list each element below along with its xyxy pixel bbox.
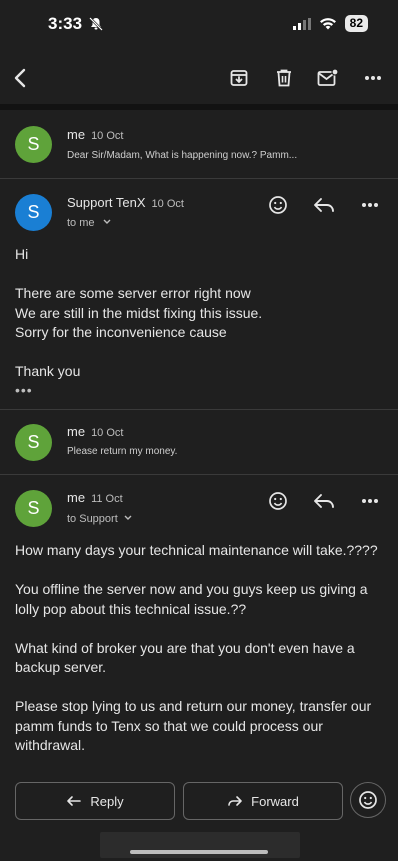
recipient-label: to me <box>67 217 95 229</box>
message-expanded: S me 11 Oct to Support How many days you… <box>0 475 398 775</box>
show-trimmed-content-button[interactable]: ••• <box>15 382 33 398</box>
status-bar: 3:33 82 <box>0 0 398 50</box>
body-line: Sorry for the inconvenience cause <box>15 324 227 340</box>
message-snippet: Dear Sir/Madam, What is happening now.? … <box>67 150 298 161</box>
message-collapsed[interactable]: S me 10 Oct Dear Sir/Madam, What is happe… <box>0 110 398 178</box>
body-paragraph: What kind of broker you are that you don… <box>15 639 355 676</box>
message-date: 11 Oct <box>91 493 123 505</box>
body-line <box>15 343 380 363</box>
bell-muted-icon <box>89 17 103 31</box>
more-icon <box>362 203 378 207</box>
toolbar <box>0 50 398 106</box>
react-button[interactable] <box>266 489 290 513</box>
sender-name: me <box>67 127 86 142</box>
body-line <box>15 619 380 639</box>
recipient-dropdown[interactable]: to me <box>67 217 112 229</box>
message-body: Hi There are some server error right now… <box>15 245 380 382</box>
message-actions <box>266 193 382 217</box>
archive-icon <box>230 70 248 86</box>
archive-button[interactable] <box>225 64 253 92</box>
trash-icon <box>277 69 291 87</box>
avatar: S <box>15 194 52 231</box>
app-switcher-preview <box>100 832 300 858</box>
emoji-icon <box>269 492 287 510</box>
sender-name: me <box>67 424 86 439</box>
forward-label: Forward <box>251 793 299 809</box>
sender-line: me 10 Oct <box>67 424 123 439</box>
sender-name: Support TenX <box>67 195 146 210</box>
more-options-button[interactable] <box>359 64 387 92</box>
message-more-button[interactable] <box>358 489 382 513</box>
avatar: S <box>15 126 52 163</box>
chevron-down-icon <box>124 515 132 520</box>
emoji-reaction-button[interactable] <box>350 782 386 818</box>
emoji-icon <box>269 196 287 214</box>
more-icon <box>365 76 381 80</box>
reply-bar: Reply Forward <box>0 778 398 828</box>
mark-unread-button[interactable] <box>314 64 342 92</box>
mail-unread-icon <box>317 68 339 86</box>
reply-button[interactable]: Reply <box>15 782 175 820</box>
back-button[interactable] <box>6 64 34 92</box>
recipient-dropdown[interactable]: to Support <box>67 513 133 525</box>
forward-icon <box>228 796 242 806</box>
battery-indicator: 82 <box>344 15 368 32</box>
sender-line: Support TenX 10 Oct <box>67 195 184 210</box>
body-line <box>15 265 380 285</box>
body-line: Thank you <box>15 363 81 379</box>
forward-button[interactable]: Forward <box>183 782 343 820</box>
emoji-icon <box>359 791 377 809</box>
back-arrow-icon <box>14 68 26 88</box>
sender-line: me 11 Oct <box>67 490 123 505</box>
message-date: 10 Oct <box>151 198 184 210</box>
chevron-down-icon <box>103 219 111 224</box>
message-body: How many days your technical maintenance… <box>15 541 380 756</box>
body-paragraph: Please stop lying to us and return our m… <box>15 698 372 753</box>
reply-label: Reply <box>90 793 124 809</box>
message-expanded: S Support TenX 10 Oct to me Hi There are… <box>0 179 398 409</box>
message-date: 10 Oct <box>91 427 124 439</box>
status-time: 3:33 <box>48 14 83 33</box>
delete-button[interactable] <box>270 64 298 92</box>
message-snippet: Please return my money. <box>67 446 178 457</box>
body-line: Hi <box>15 246 29 262</box>
reply-icon-button[interactable] <box>312 193 336 217</box>
reply-icon <box>314 198 334 212</box>
message-date: 10 Oct <box>91 130 124 142</box>
sender-line: me 10 Oct <box>67 127 123 142</box>
react-button[interactable] <box>266 193 290 217</box>
body-line <box>15 678 380 698</box>
reply-icon <box>67 796 82 806</box>
reply-icon <box>314 494 334 508</box>
message-more-button[interactable] <box>358 193 382 217</box>
body-paragraph: You offline the server now and you guys … <box>15 581 368 617</box>
body-paragraph: How many days your technical maintenance… <box>15 542 378 558</box>
wifi-icon <box>319 18 336 30</box>
body-line: There are some server error right now <box>15 285 251 301</box>
signal-icon <box>292 17 311 30</box>
sender-name: me <box>67 490 86 505</box>
body-line: We are still in the midst fixing this is… <box>15 304 263 321</box>
home-indicator[interactable] <box>130 850 268 854</box>
more-icon <box>362 499 378 503</box>
body-line <box>15 561 380 581</box>
reply-icon-button[interactable] <box>312 489 336 513</box>
avatar: S <box>15 424 52 461</box>
avatar: S <box>15 490 52 527</box>
recipient-label: to Support <box>67 513 118 525</box>
message-actions <box>266 489 382 513</box>
message-collapsed[interactable]: S me 10 Oct Please return my money. <box>0 410 398 474</box>
